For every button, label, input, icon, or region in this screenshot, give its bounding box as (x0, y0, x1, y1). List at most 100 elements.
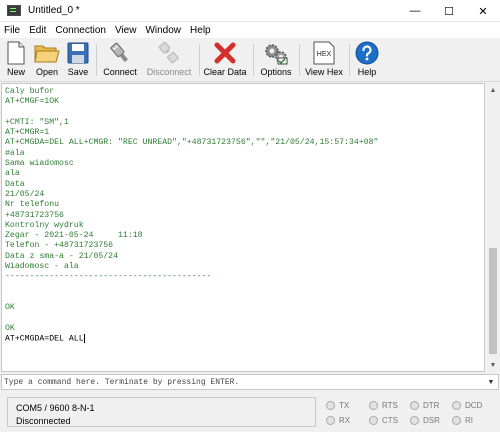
help-label: Help (357, 67, 377, 77)
terminal-line: +CMTI: "SM",1 (5, 118, 484, 128)
scroll-down-icon[interactable]: ▼ (486, 358, 500, 372)
help-button[interactable]: Help (354, 40, 380, 80)
toolbar-separator (253, 44, 254, 76)
terminal-line-text: Data z sma-a - 21/05/24 (5, 251, 119, 261)
text-cursor (83, 334, 85, 344)
clear-data-label: Clear Data (203, 67, 247, 77)
terminal-line-text: Nr telefonu (5, 200, 60, 210)
terminal-app-icon (7, 5, 21, 16)
minimize-button[interactable]: — (398, 0, 432, 22)
open-label: Open (35, 67, 59, 77)
window-title: Untitled_0 * (28, 5, 80, 16)
tx-led-icon (326, 401, 335, 410)
unplug-icon (156, 40, 182, 66)
signal-dsr-label: DSR (423, 416, 440, 425)
terminal-line: ----------------------------------------… (5, 272, 484, 282)
signal-rx: RX (326, 416, 350, 425)
clear-data-button[interactable]: Clear Data (203, 40, 247, 80)
terminal-line: AT+CMGDA=DEL ALL (5, 334, 484, 344)
question-mark-icon (354, 40, 380, 66)
terminal-line-text: Wiadomosc - ala (5, 262, 79, 272)
terminal-line: Zegar - 2021-05-24 11:18 (5, 231, 484, 241)
maximize-button[interactable]: ☐ (432, 0, 466, 22)
terminal-line-text: AT+CMGDA=DEL ALL+CMGR: "REC UNREAD","+48… (5, 138, 379, 148)
toolbar-separator (299, 44, 300, 76)
signal-dtr: DTR (410, 401, 439, 410)
signal-rx-label: RX (339, 416, 351, 425)
hex-icon: HEX (311, 40, 337, 66)
vertical-scrollbar[interactable]: ▲ ▼ (486, 83, 500, 372)
terminal-line: Wiadomosc - ala (5, 262, 484, 272)
port-info-panel: COM5 / 9600 8-N-1 Disconnected (7, 397, 316, 427)
new-file-icon (3, 40, 29, 66)
terminal-line: #ala (5, 149, 484, 159)
disconnect-button[interactable]: Disconnect (145, 40, 193, 80)
dsr-led-icon (410, 416, 419, 425)
view-hex-button[interactable]: HEX View Hex (304, 40, 344, 80)
terminal-line-text: Telefon - +48731723756 (5, 241, 114, 251)
options-button[interactable]: Options (258, 40, 294, 80)
terminal-line: Kontrolny wydruk (5, 221, 484, 231)
close-button[interactable]: ✕ (466, 0, 500, 22)
menu-connection[interactable]: Connection (55, 25, 106, 36)
menu-window[interactable]: Window (145, 25, 181, 36)
terminal-line: Data z sma-a - 21/05/24 (5, 252, 484, 262)
signal-ri: RI (452, 416, 473, 425)
menu-view[interactable]: View (115, 25, 137, 36)
terminal-line: AT+CMGDA=DEL ALL+CMGR: "REC UNREAD","+48… (5, 138, 484, 148)
connect-button[interactable]: Connect (101, 40, 139, 80)
menu-file[interactable]: File (4, 25, 20, 36)
terminal-line-text: OK (5, 323, 15, 333)
usb-plug-icon (107, 40, 133, 66)
terminal-line: 21/05/24 (5, 190, 484, 200)
connect-label: Connect (103, 67, 137, 77)
terminal-line-text: Kontrolny wydruk (5, 220, 84, 230)
terminal-line: Telefon - +48731723756 (5, 241, 484, 251)
cts-led-icon (369, 416, 378, 425)
terminal-line-text: #ala (5, 148, 25, 158)
scroll-up-icon[interactable]: ▲ (486, 83, 500, 97)
status-bar: COM5 / 9600 8-N-1 Disconnected TX RX RTS… (0, 392, 500, 432)
terminal-line-text: AT+CMGR=1 (5, 128, 50, 138)
command-input[interactable] (4, 376, 482, 389)
terminal-line-text: 21/05/24 (5, 189, 45, 199)
folder-open-icon (34, 40, 60, 66)
terminal-line: ala (5, 169, 484, 179)
chevron-down-icon[interactable]: ▼ (485, 376, 497, 388)
menu-help[interactable]: Help (190, 25, 211, 36)
red-x-icon (212, 40, 238, 66)
signal-rts-label: RTS (382, 401, 398, 410)
options-label: Options (260, 67, 292, 77)
terminal-line: AT+CMGR=1 (5, 128, 484, 138)
terminal-line: OK (5, 324, 484, 334)
menu-edit[interactable]: Edit (29, 25, 46, 36)
new-label: New (6, 67, 25, 77)
port-settings: COM5 / 9600 8-N-1 (16, 403, 95, 413)
scrollbar-thumb[interactable] (489, 248, 497, 354)
signal-dcd: DCD (452, 401, 482, 410)
signal-ri-label: RI (465, 416, 473, 425)
terminal-line: Caly bufor (5, 87, 484, 97)
save-button[interactable]: Save (66, 40, 90, 80)
signal-tx: TX (326, 401, 349, 410)
rts-led-icon (369, 401, 378, 410)
signal-cts: CTS (369, 416, 398, 425)
new-button[interactable]: New (4, 40, 28, 80)
terminal-output[interactable]: Caly bufor AT+CMGF=1OK +CMTI: "SM",1 AT+CMG… (1, 83, 485, 372)
toolbar-separator (199, 44, 200, 76)
terminal-line: Nr telefonu (5, 200, 484, 210)
toolbar-separator (96, 44, 97, 76)
window-controls: — ☐ ✕ (398, 0, 500, 22)
terminal-line-text: +48731723756 (5, 210, 64, 220)
floppy-disk-icon (65, 40, 91, 66)
terminal-line: Data (5, 180, 484, 190)
save-label: Save (67, 67, 89, 77)
dtr-led-icon (410, 401, 419, 410)
connection-status: Disconnected (16, 416, 71, 426)
terminal-line-text: Sama wiadomosc (5, 159, 74, 169)
open-button[interactable]: Open (34, 40, 60, 80)
terminal-line-text: +CMTI: "SM",1 (5, 117, 69, 127)
